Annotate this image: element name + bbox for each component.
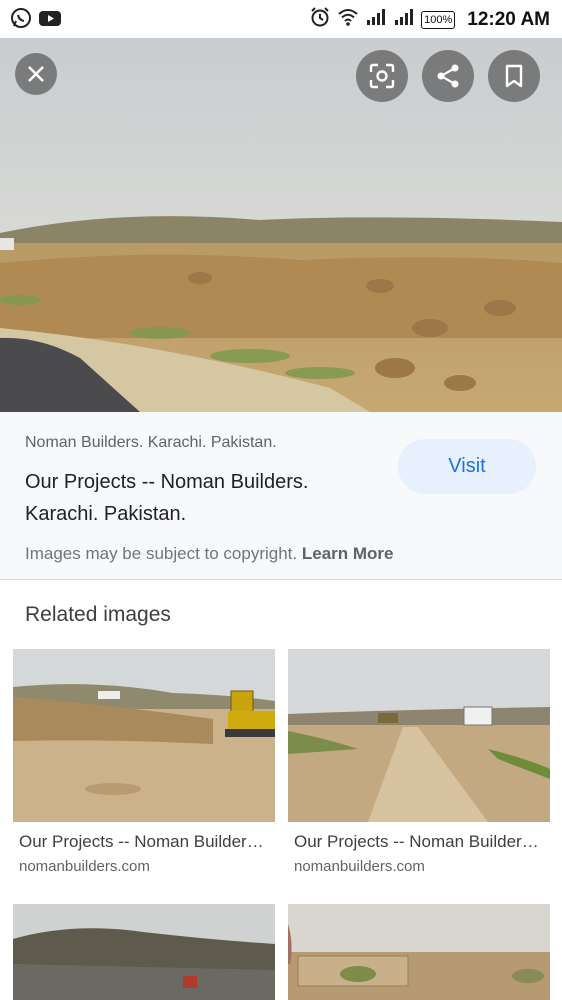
close-icon: [28, 66, 44, 82]
share-button[interactable]: [422, 50, 474, 102]
alarm-icon: [309, 6, 331, 33]
learn-more-link[interactable]: Learn More: [302, 544, 394, 563]
related-images-heading: Related images: [25, 603, 171, 626]
status-time: 12:20 AM: [467, 8, 550, 30]
source-name[interactable]: Noman Builders. Karachi. Pakistan.: [25, 434, 277, 452]
status-left-icons: [10, 7, 62, 34]
related-image-thumbnail[interactable]: [13, 649, 275, 822]
construction-site-photo: [0, 38, 562, 412]
related-image-thumbnail[interactable]: [13, 904, 275, 1000]
main-image[interactable]: [0, 38, 562, 412]
related-image-site: nomanbuilders.com: [19, 858, 150, 875]
image-info-panel: Noman Builders. Karachi. Pakistan. Our P…: [0, 412, 562, 580]
signal-icon: [365, 8, 387, 31]
youtube-icon: [38, 7, 62, 34]
lens-button[interactable]: [356, 50, 408, 102]
bookmark-icon: [505, 64, 523, 88]
image-title[interactable]: Our Projects -- Noman Builders. Karachi.…: [25, 466, 365, 530]
related-image-title[interactable]: Our Projects -- Noman Builders. Karachi.…: [19, 832, 271, 852]
related-image-thumbnail[interactable]: [288, 904, 550, 1000]
battery-icon: 100%: [421, 10, 456, 29]
related-image-card[interactable]: [288, 904, 550, 1000]
visit-button[interactable]: Visit: [398, 439, 536, 494]
bookmark-button[interactable]: [488, 50, 540, 102]
divider: [0, 579, 562, 580]
lens-icon: [369, 63, 395, 89]
copyright-notice: Images may be subject to copyright. Lear…: [25, 544, 394, 564]
close-button[interactable]: [15, 53, 57, 95]
share-icon: [437, 64, 459, 88]
status-right: 100% 12:20 AM: [309, 6, 550, 33]
related-image-title[interactable]: Our Projects -- Noman Builders. Karachi.…: [294, 832, 546, 852]
related-image-card[interactable]: Our Projects -- Noman Builders. Karachi.…: [288, 649, 550, 875]
wifi-icon: [337, 7, 359, 32]
related-image-card[interactable]: Our Projects -- Noman Builders. Karachi.…: [13, 649, 275, 875]
related-image-card[interactable]: [13, 904, 275, 1000]
related-image-site: nomanbuilders.com: [294, 858, 425, 875]
related-image-thumbnail[interactable]: [288, 649, 550, 822]
signal-icon: [393, 8, 415, 31]
status-bar: 100% 12:20 AM: [0, 0, 562, 38]
whatsapp-icon: [10, 7, 32, 34]
copyright-text: Images may be subject to copyright.: [25, 544, 298, 563]
